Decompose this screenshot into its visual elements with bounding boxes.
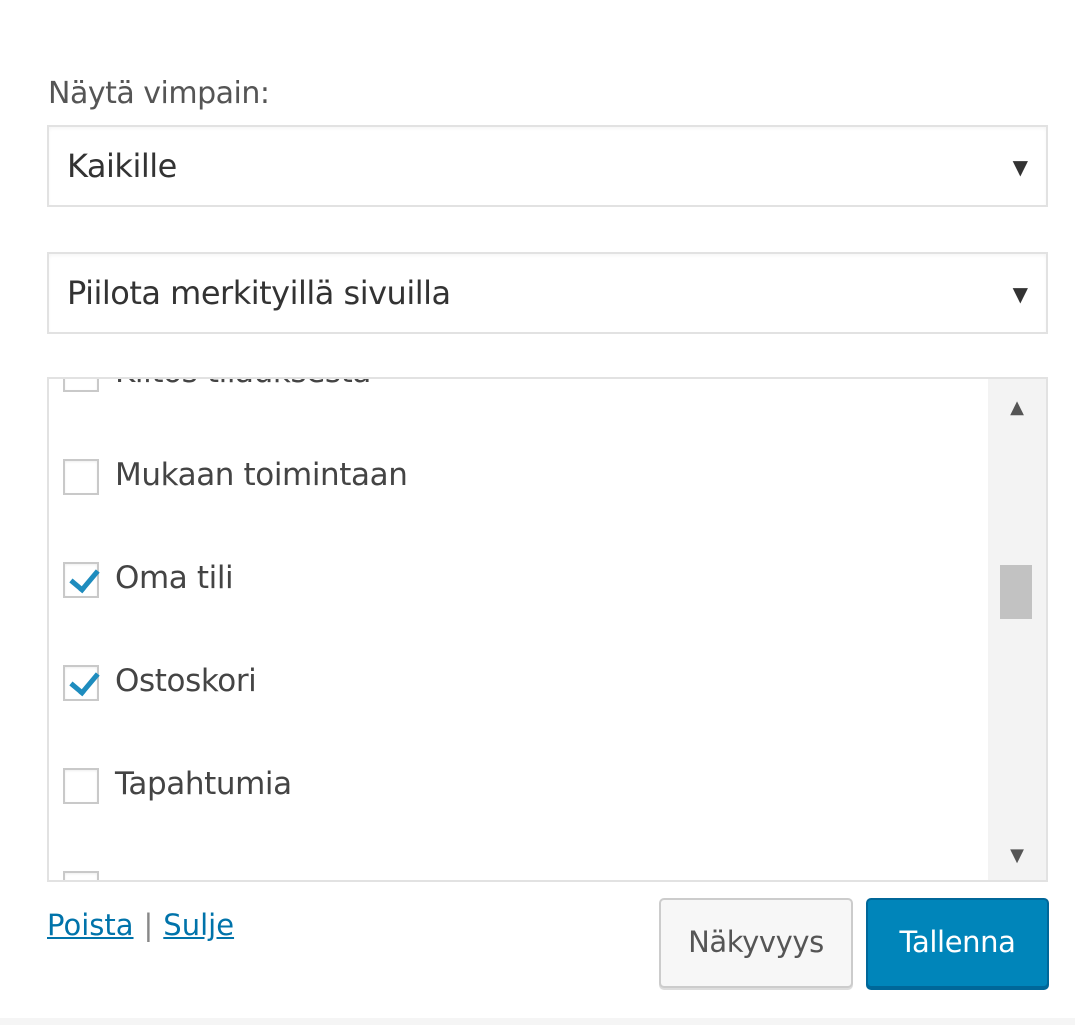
divider: [0, 1018, 1075, 1025]
close-link[interactable]: Sulje: [163, 908, 234, 942]
show-widget-label: Näytä vimpain:: [48, 76, 270, 111]
delete-link[interactable]: Poista: [47, 908, 134, 942]
checkbox[interactable]: [63, 768, 99, 804]
save-button[interactable]: Tallenna: [866, 898, 1049, 988]
show-widget-select[interactable]: Kaikille ▼: [47, 125, 1048, 207]
visibility-button[interactable]: Näkyvyys: [659, 898, 853, 988]
visibility-mode-value: Piilota merkityillä sivuilla: [67, 274, 451, 312]
list-item[interactable]: [49, 839, 988, 880]
list-item[interactable]: Mukaan toimintaan: [49, 427, 988, 530]
checkbox[interactable]: [63, 664, 100, 701]
checkbox[interactable]: [63, 561, 100, 598]
scrollbar[interactable]: ▲ ▼: [988, 379, 1046, 880]
link-separator: |: [143, 908, 154, 942]
list-item-label: Oma tili: [115, 560, 234, 596]
checkmark-icon: [69, 561, 100, 594]
list-item-label: Tapahtumia: [115, 766, 292, 802]
checkmark-icon: [69, 664, 100, 697]
list-item[interactable]: Oma tili: [49, 530, 988, 633]
checkbox[interactable]: [63, 379, 99, 392]
chevron-down-icon: ▼: [1012, 155, 1028, 179]
visibility-mode-select[interactable]: Piilota merkityillä sivuilla ▼: [47, 252, 1048, 334]
checkbox[interactable]: [63, 871, 99, 880]
list-item[interactable]: Ostoskori: [49, 633, 988, 736]
scrollbar-thumb[interactable]: [1000, 565, 1032, 619]
list-item[interactable]: Kiitos tilauksesta: [49, 379, 988, 427]
list-item-label: Mukaan toimintaan: [115, 457, 408, 493]
checkbox[interactable]: [63, 459, 99, 495]
chevron-down-icon: ▼: [1012, 282, 1028, 306]
widget-settings-panel: Näytä vimpain: Kaikille ▼ Piilota merkit…: [0, 0, 1075, 1025]
list-item-label: Ostoskori: [115, 663, 257, 699]
action-links: Poista | Sulje: [47, 908, 234, 942]
scroll-down-icon[interactable]: ▼: [988, 845, 1046, 866]
page-checklist: Kiitos tilauksesta Mukaan toimintaan Oma…: [47, 377, 1048, 882]
list-item-label: Kiitos tilauksesta: [115, 379, 371, 390]
page-checklist-items: Kiitos tilauksesta Mukaan toimintaan Oma…: [49, 379, 988, 880]
scroll-up-icon[interactable]: ▲: [988, 397, 1046, 418]
show-widget-value: Kaikille: [67, 147, 177, 185]
list-item[interactable]: Tapahtumia: [49, 736, 988, 839]
